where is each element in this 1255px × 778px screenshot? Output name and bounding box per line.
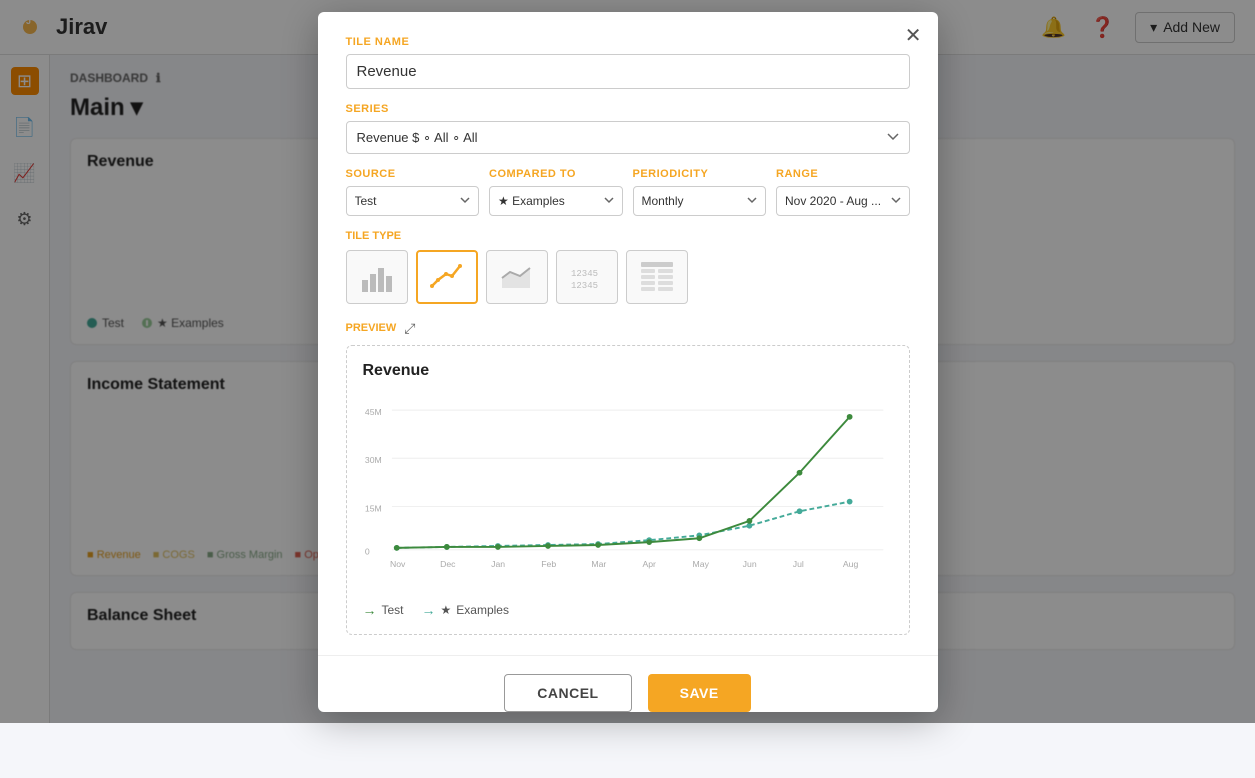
legend-examples: → ★ Examples <box>422 602 509 618</box>
preview-expand-button[interactable]: ⤢ <box>404 320 415 337</box>
source-select[interactable]: Test <box>346 186 480 216</box>
line-chart-icon <box>428 258 466 296</box>
preview-label: PREVIEW <box>346 322 397 334</box>
row-fields: SOURCE Test COMPARED TO ★ Examples PERIO… <box>346 168 910 216</box>
svg-text:Apr: Apr <box>642 559 656 569</box>
tile-type-buttons: 12345 12345 <box>346 250 910 304</box>
svg-text:Jul: Jul <box>792 559 803 569</box>
compared-to-label: COMPARED TO <box>489 168 623 180</box>
svg-text:0: 0 <box>364 546 369 556</box>
svg-text:45M: 45M <box>364 406 381 416</box>
preview-chart-area: 45M 30M 15M 0 <box>363 392 893 592</box>
tile-type-bar-button[interactable] <box>346 250 408 304</box>
numeric-icon: 12345 12345 <box>568 258 606 296</box>
table-icon <box>638 258 676 296</box>
svg-text:May: May <box>692 559 709 569</box>
periodicity-label: PERIODICITY <box>633 168 767 180</box>
svg-text:Nov: Nov <box>389 559 405 569</box>
periodicity-field: PERIODICITY Monthly <box>633 168 767 216</box>
area-chart-icon <box>498 258 536 296</box>
dialog-footer: CANCEL SAVE <box>318 655 938 712</box>
compared-to-select[interactable]: ★ Examples <box>489 186 623 216</box>
svg-text:Dec: Dec <box>440 559 456 569</box>
tile-type-line-button[interactable] <box>416 250 478 304</box>
tile-name-input[interactable] <box>346 54 910 89</box>
legend-star-icon: ★ <box>441 603 452 617</box>
modal-overlay: ✕ TILE NAME SERIES Revenue $ ∘ All ∘ All… <box>0 0 1255 723</box>
preview-legend: → Test → ★ Examples <box>363 602 893 618</box>
svg-text:30M: 30M <box>364 455 381 465</box>
preview-chart-title: Revenue <box>363 362 893 380</box>
tile-type-area-button[interactable] <box>486 250 548 304</box>
edit-tile-dialog: ✕ TILE NAME SERIES Revenue $ ∘ All ∘ All… <box>318 12 938 712</box>
range-select[interactable]: Nov 2020 - Aug ... <box>776 186 910 216</box>
svg-text:Feb: Feb <box>541 559 556 569</box>
dialog-close-button[interactable]: ✕ <box>905 26 922 46</box>
svg-text:12345: 12345 <box>571 269 598 279</box>
bar-chart-icon <box>358 258 396 296</box>
range-field: RANGE Nov 2020 - Aug ... <box>776 168 910 216</box>
tile-type-label: TILE TYPE <box>346 230 910 242</box>
save-button[interactable]: SAVE <box>648 674 751 712</box>
periodicity-select[interactable]: Monthly <box>633 186 767 216</box>
source-label: SOURCE <box>346 168 480 180</box>
compared-to-field: COMPARED TO ★ Examples <box>489 168 623 216</box>
legend-examples-label: Examples <box>456 603 509 617</box>
svg-text:Jun: Jun <box>742 559 756 569</box>
svg-text:Mar: Mar <box>591 559 606 569</box>
dialog-body: ✕ TILE NAME SERIES Revenue $ ∘ All ∘ All… <box>318 12 938 655</box>
preview-chart-container: Revenue 45M 30M 15M 0 <box>346 345 910 635</box>
svg-text:12345: 12345 <box>571 281 598 291</box>
svg-text:Aug: Aug <box>842 559 858 569</box>
preview-svg-chart: 45M 30M 15M 0 <box>363 392 893 592</box>
legend-test-label: Test <box>382 603 404 617</box>
legend-test: → Test <box>363 602 404 618</box>
tile-type-table-button[interactable] <box>626 250 688 304</box>
tile-type-numeric-button[interactable]: 12345 12345 <box>556 250 618 304</box>
series-select[interactable]: Revenue $ ∘ All ∘ All <box>346 121 910 154</box>
tile-name-label: TILE NAME <box>346 36 910 48</box>
preview-header: PREVIEW ⤢ <box>346 320 910 337</box>
source-field: SOURCE Test <box>346 168 480 216</box>
svg-text:Jan: Jan <box>491 559 505 569</box>
range-label: RANGE <box>776 168 910 180</box>
svg-text:15M: 15M <box>364 503 381 513</box>
cancel-button[interactable]: CANCEL <box>504 674 631 712</box>
series-label: SERIES <box>346 103 910 115</box>
